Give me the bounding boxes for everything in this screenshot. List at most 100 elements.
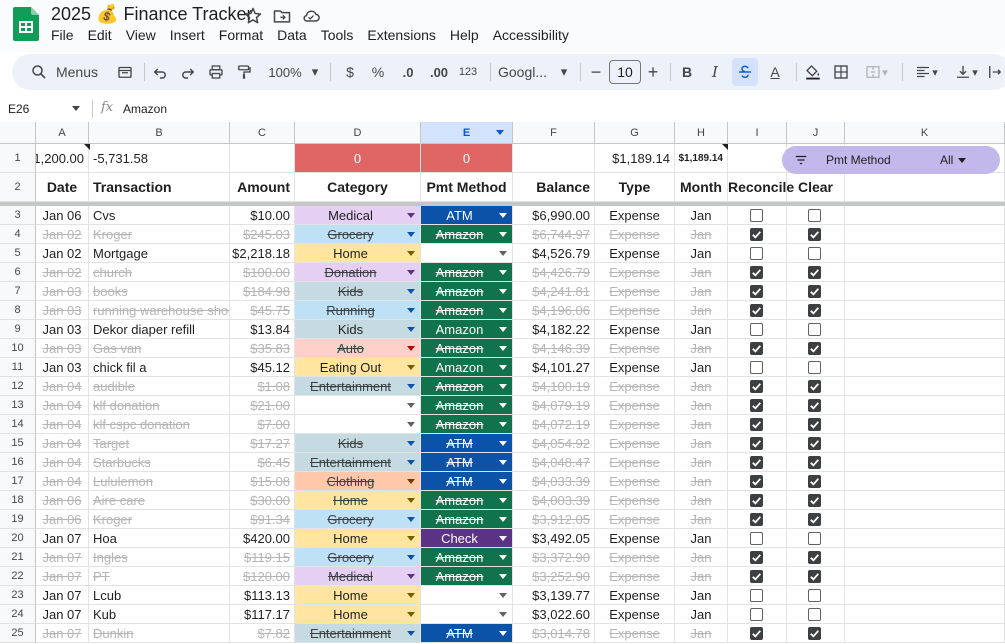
pmt-method-filter-chip[interactable]: Pmt Method All	[782, 146, 1000, 174]
category-dropdown-cell[interactable]: Kids	[295, 434, 421, 453]
balance-cell[interactable]: $4,003.39	[513, 491, 595, 510]
vertical-align-button[interactable]: ▾	[948, 54, 984, 90]
type-cell[interactable]: Expense	[595, 491, 675, 510]
type-cell[interactable]: Expense	[595, 453, 675, 472]
balance-cell[interactable]: $3,022.60	[513, 605, 595, 624]
category-dropdown-cell[interactable]: Grocery	[295, 510, 421, 529]
summary-cell-a[interactable]: 1,200.00	[36, 144, 89, 173]
transaction-cell[interactable]: Starbucks	[89, 453, 230, 472]
amount-cell[interactable]: $45.12	[230, 358, 295, 377]
date-cell[interactable]: Jan 07	[36, 548, 89, 567]
font-size-input[interactable]: 10	[609, 60, 641, 84]
redo-button[interactable]	[177, 54, 199, 90]
clear-checkbox[interactable]	[808, 361, 821, 374]
empty-cell-k[interactable]	[845, 605, 1005, 624]
type-cell[interactable]: Expense	[595, 415, 675, 434]
pmt-method-dropdown-cell[interactable]: Amazon	[421, 548, 513, 567]
type-cell[interactable]: Expense	[595, 548, 675, 567]
balance-cell[interactable]: $4,054.92	[513, 434, 595, 453]
increase-decimal-button[interactable]: .00	[426, 54, 452, 90]
transaction-cell[interactable]: running warehouse shoes	[89, 301, 230, 320]
reconcile-checkbox[interactable]	[750, 380, 763, 393]
category-dropdown-cell[interactable]: Medical	[295, 206, 421, 225]
date-cell[interactable]: Jan 07	[36, 605, 89, 624]
transaction-cell[interactable]: Ingles	[89, 548, 230, 567]
row-header[interactable]: 3	[0, 206, 36, 225]
horizontal-align-button[interactable]: ▾	[908, 54, 944, 90]
empty-cell-k[interactable]	[845, 320, 1005, 339]
move-folder-icon[interactable]	[272, 6, 292, 26]
reconcile-checkbox[interactable]	[750, 456, 763, 469]
month-cell[interactable]: Jan	[675, 358, 728, 377]
reconcile-checkbox[interactable]	[750, 342, 763, 355]
row-header[interactable]: 1	[0, 144, 36, 173]
reconcile-checkbox[interactable]	[750, 418, 763, 431]
empty-cell-k[interactable]	[845, 434, 1005, 453]
reconcile-checkbox[interactable]	[750, 323, 763, 336]
category-dropdown-cell[interactable]: Entertainment	[295, 377, 421, 396]
month-cell[interactable]: Jan	[675, 263, 728, 282]
summary-cell-b[interactable]: -5,731.58	[89, 144, 230, 173]
type-cell[interactable]: Expense	[595, 624, 675, 643]
clear-checkbox[interactable]	[808, 342, 821, 355]
balance-cell[interactable]: $3,372.90	[513, 548, 595, 567]
date-cell[interactable]: Jan 04	[36, 377, 89, 396]
column-header-c[interactable]: C	[230, 122, 295, 144]
pmt-method-dropdown-cell[interactable]: Amazon	[421, 320, 513, 339]
date-cell[interactable]: Jan 06	[36, 510, 89, 529]
sheets-logo-icon[interactable]	[13, 7, 39, 41]
type-cell[interactable]: Expense	[595, 339, 675, 358]
clear-checkbox[interactable]	[808, 627, 821, 640]
font-family-select[interactable]: Googl...	[498, 54, 556, 90]
summary-cell-h[interactable]: $1,189.14	[675, 144, 728, 173]
month-cell[interactable]: Jan	[675, 567, 728, 586]
currency-format-button[interactable]: $	[340, 54, 360, 90]
row-header[interactable]: 9	[0, 320, 36, 339]
pmt-method-dropdown-cell[interactable]: Amazon	[421, 263, 513, 282]
pmt-method-dropdown-cell[interactable]: Amazon	[421, 491, 513, 510]
transaction-cell[interactable]: Kub	[89, 605, 230, 624]
category-dropdown-cell[interactable]: Running	[295, 301, 421, 320]
pmt-method-dropdown-cell[interactable]: ATM	[421, 453, 513, 472]
transaction-cell[interactable]: Lcub	[89, 586, 230, 605]
clear-checkbox[interactable]	[808, 323, 821, 336]
summary-cell-i[interactable]	[728, 144, 787, 173]
font-dropdown-arrow[interactable]: ▾	[557, 54, 571, 90]
select-all-corner[interactable]	[0, 122, 36, 144]
type-cell[interactable]: Expense	[595, 529, 675, 548]
column-e-menu-icon[interactable]	[496, 130, 504, 135]
month-cell[interactable]: Jan	[675, 548, 728, 567]
reconcile-checkbox[interactable]	[750, 532, 763, 545]
row-header[interactable]: 8	[0, 301, 36, 320]
pmt-method-dropdown-cell[interactable]: Amazon	[421, 510, 513, 529]
menu-file[interactable]: File	[51, 27, 74, 45]
empty-cell-k[interactable]	[845, 510, 1005, 529]
row-header[interactable]: 2	[0, 173, 36, 202]
type-cell[interactable]: Expense	[595, 358, 675, 377]
frozen-rows-divider[interactable]	[0, 202, 1005, 206]
undo-button[interactable]	[149, 54, 171, 90]
clear-checkbox[interactable]	[808, 266, 821, 279]
balance-cell[interactable]: $4,196.06	[513, 301, 595, 320]
balance-cell[interactable]: $3,252.90	[513, 567, 595, 586]
month-cell[interactable]: Jan	[675, 453, 728, 472]
amount-cell[interactable]: $6.45	[230, 453, 295, 472]
pmt-method-dropdown-cell[interactable]: Amazon	[421, 396, 513, 415]
menu-edit[interactable]: Edit	[88, 27, 112, 45]
summary-cell-c[interactable]	[230, 144, 295, 173]
row-header[interactable]: 18	[0, 491, 36, 510]
month-cell[interactable]: Jan	[675, 510, 728, 529]
balance-cell[interactable]: $3,912.05	[513, 510, 595, 529]
transaction-cell[interactable]: Gas van	[89, 339, 230, 358]
amount-cell[interactable]: $120.00	[230, 567, 295, 586]
pmt-method-dropdown-cell[interactable]: Amazon	[421, 339, 513, 358]
category-dropdown-cell[interactable]: Home	[295, 529, 421, 548]
amount-cell[interactable]: $420.00	[230, 529, 295, 548]
transaction-cell[interactable]: PT	[89, 567, 230, 586]
clear-checkbox[interactable]	[808, 304, 821, 317]
transaction-cell[interactable]: Kroger	[89, 225, 230, 244]
category-dropdown-cell[interactable]: Home	[295, 491, 421, 510]
amount-cell[interactable]: $30.00	[230, 491, 295, 510]
category-dropdown-cell[interactable]: Grocery	[295, 548, 421, 567]
clear-checkbox[interactable]	[808, 380, 821, 393]
